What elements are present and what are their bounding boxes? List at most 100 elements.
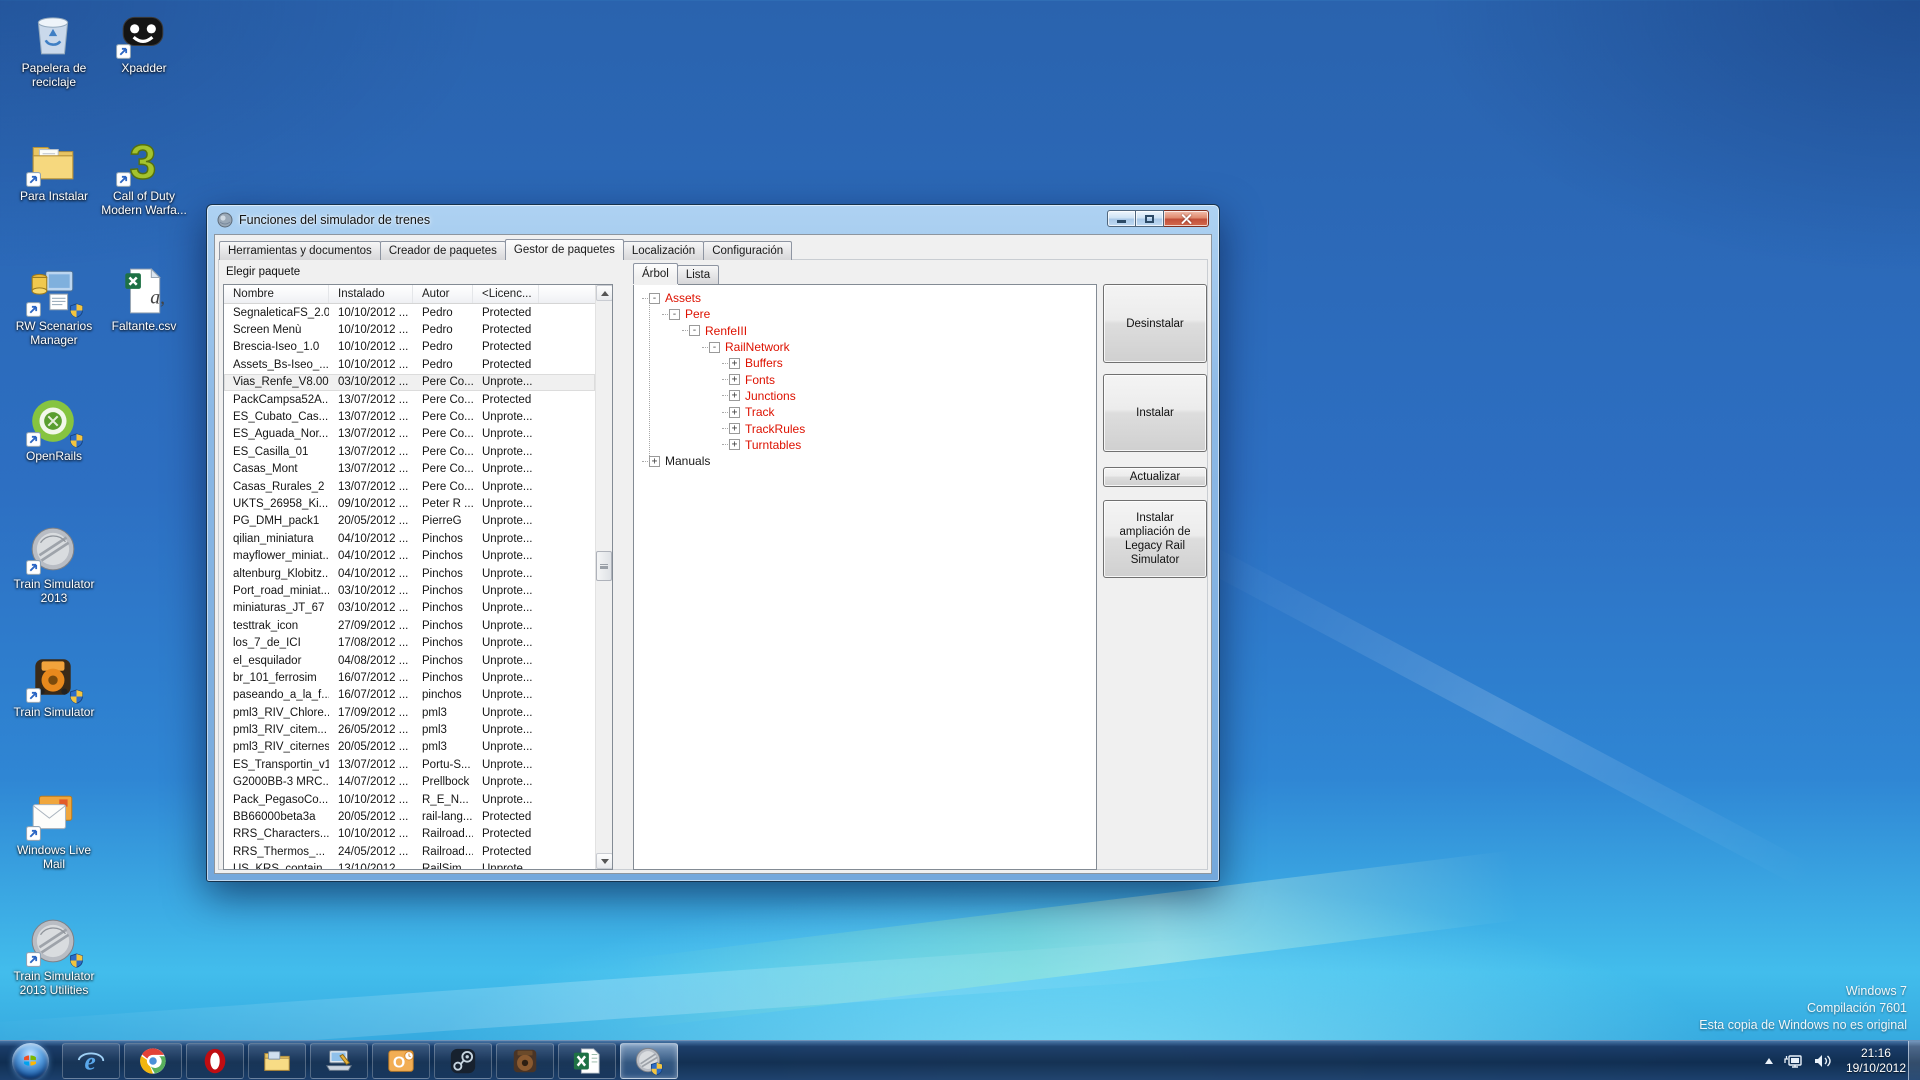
tab-gestor-de-paquetes[interactable]: Gestor de paquetes <box>505 239 624 260</box>
package-row[interactable]: G2000BB-3 MRC...14/07/2012 ...PrellbockU… <box>224 774 595 791</box>
tree-expand-toggle[interactable]: + <box>729 407 740 418</box>
tray-clock[interactable]: 21:16 19/10/2012 <box>1846 1046 1906 1076</box>
taskbar-button-opera[interactable] <box>186 1043 244 1079</box>
tree-expand-toggle[interactable]: + <box>729 374 740 385</box>
install-expansion-button[interactable]: Instalar ampliación de Legacy Rail Simul… <box>1103 500 1207 578</box>
desktop-icon-openrails[interactable]: OpenRails <box>4 396 104 463</box>
scrollbar-thumb[interactable] <box>596 551 612 581</box>
column-header-nombre[interactable]: Nombre <box>224 285 329 303</box>
taskbar-button-outlook[interactable]: O <box>372 1043 430 1079</box>
taskbar-button-laptop-pen-tool[interactable] <box>310 1043 368 1079</box>
tab-creador-de-paquetes[interactable]: Creador de paquetes <box>380 241 506 260</box>
desktop-icon-xpadder[interactable]: Xpadder <box>94 8 194 75</box>
hidden-icons-button[interactable] <box>1765 1058 1773 1064</box>
tree-expand-toggle[interactable]: + <box>729 423 740 434</box>
tab-lista[interactable]: Lista <box>677 265 719 284</box>
tree-node-fonts[interactable]: +Fonts <box>634 371 1096 387</box>
desktop-icon-faltante-csv[interactable]: a,Faltante.csv <box>94 266 194 333</box>
tree-expand-toggle[interactable]: - <box>669 309 680 320</box>
package-row[interactable]: US_KRS_contain...13/10/2012RailSim...Unp… <box>224 861 595 870</box>
package-row[interactable]: pml3_RIV_citernes20/05/2012 ...pml3Unpro… <box>224 739 595 756</box>
taskbar-button-excel[interactable] <box>558 1043 616 1079</box>
tree-node-assets[interactable]: -Assets <box>634 290 1096 306</box>
taskbar-button-internet-explorer[interactable]: e <box>62 1043 120 1079</box>
package-row[interactable]: ES_Cubato_Cas...13/07/2012 ...Pere Co...… <box>224 408 595 425</box>
tree-node-renfeiii[interactable]: -RenfeIII <box>634 323 1096 339</box>
volume-icon[interactable] <box>1814 1053 1831 1069</box>
show-desktop-button[interactable] <box>1908 1041 1920 1080</box>
update-button[interactable]: Actualizar <box>1103 467 1207 487</box>
tree-node-pere[interactable]: -Pere <box>634 306 1096 322</box>
package-row[interactable]: los_7_de_ICI17/08/2012 ...PinchosUnprote… <box>224 634 595 651</box>
tab-localización[interactable]: Localización <box>623 241 704 260</box>
package-row[interactable]: Screen Menù10/10/2012 ...PedroProtected <box>224 321 595 338</box>
package-row[interactable]: UKTS_26958_Ki...09/10/2012 ...Peter R ..… <box>224 495 595 512</box>
package-row[interactable]: Casas_Rurales_213/07/2012 ...Pere Co...U… <box>224 478 595 495</box>
tab-herramientas-y-documentos[interactable]: Herramientas y documentos <box>219 241 381 260</box>
desktop-icon-train-simulator-2013-utilities[interactable]: Train Simulator2013 Utilities <box>4 916 104 997</box>
column-header-licencia[interactable]: <Licenc... <box>473 285 539 303</box>
taskbar-button-google-chrome[interactable] <box>124 1043 182 1079</box>
package-row[interactable]: Pack_PegasoCo...10/10/2012 ...R_E_N...Un… <box>224 791 595 808</box>
taskbar-button-railworks[interactable] <box>496 1043 554 1079</box>
desktop-icon-train-simulator[interactable]: Train Simulator <box>4 652 104 719</box>
package-row[interactable]: Brescia-Iseo_1.010/10/2012 ...PedroProte… <box>224 339 595 356</box>
package-row[interactable]: Casas_Mont13/07/2012 ...Pere Co...Unprot… <box>224 461 595 478</box>
minimize-button[interactable] <box>1107 210 1136 227</box>
tree-node-track[interactable]: +Track <box>634 404 1096 420</box>
tree-node-buffers[interactable]: +Buffers <box>634 355 1096 371</box>
package-row[interactable]: miniaturas_JT_6703/10/2012 ...PinchosUnp… <box>224 600 595 617</box>
package-row[interactable]: pml3_RIV_Chlore...17/09/2012 ...pml3Unpr… <box>224 704 595 721</box>
package-row[interactable]: el_esquilador04/08/2012 ...PinchosUnprot… <box>224 652 595 669</box>
package-row[interactable]: qilian_miniatura04/10/2012 ...PinchosUnp… <box>224 530 595 547</box>
package-row[interactable]: PG_DMH_pack120/05/2012 ...PierreGUnprote… <box>224 513 595 530</box>
package-row[interactable]: pml3_RIV_citem...26/05/2012 ...pml3Unpro… <box>224 721 595 738</box>
tab-configuración[interactable]: Configuración <box>703 241 792 260</box>
package-row[interactable]: paseando_a_la_f...16/07/2012 ...pinchosU… <box>224 687 595 704</box>
package-row[interactable]: altenburg_Klobitz...04/10/2012 ...Pincho… <box>224 565 595 582</box>
tree-expand-toggle[interactable]: - <box>689 325 700 336</box>
package-row[interactable]: PackCampsa52A...13/07/2012 ...Pere Co...… <box>224 391 595 408</box>
tree-node-junctions[interactable]: +Junctions <box>634 388 1096 404</box>
package-row[interactable]: ES_Aguada_Nor...13/07/2012 ...Pere Co...… <box>224 426 595 443</box>
start-button[interactable] <box>8 1042 52 1080</box>
package-list-scrollbar[interactable] <box>595 285 612 869</box>
package-row[interactable]: Vias_Renfe_V8.0003/10/2012 ...Pere Co...… <box>224 374 595 391</box>
desktop-icon-papelera-de-reciclaje[interactable]: Papelera dereciclaje <box>4 8 104 89</box>
tree-expand-toggle[interactable]: + <box>729 390 740 401</box>
column-header-instalado[interactable]: Instalado <box>329 285 413 303</box>
tree-expand-toggle[interactable]: - <box>649 293 660 304</box>
tree-node-turntables[interactable]: +Turntables <box>634 437 1096 453</box>
scroll-up-button[interactable] <box>596 285 613 301</box>
install-button[interactable]: Instalar <box>1103 374 1207 452</box>
tree-expand-toggle[interactable]: + <box>729 439 740 450</box>
package-row[interactable]: ES_Transportin_v113/07/2012 ...Portu-S..… <box>224 756 595 773</box>
taskbar-button-windows-explorer[interactable] <box>248 1043 306 1079</box>
desktop-icon-rw-scenarios-manager[interactable]: RW ScenariosManager <box>4 266 104 347</box>
tree-node-manuals[interactable]: +Manuals <box>634 453 1096 469</box>
tree-expand-toggle[interactable]: + <box>649 456 660 467</box>
close-button[interactable] <box>1164 210 1209 227</box>
tree-expand-toggle[interactable]: - <box>709 342 720 353</box>
tab-árbol[interactable]: Árbol <box>633 263 678 284</box>
window-titlebar[interactable]: Funciones del simulador de trenes <box>207 205 1219 234</box>
network-icon[interactable] <box>1784 1053 1803 1069</box>
uninstall-button[interactable]: Desinstalar <box>1103 284 1207 363</box>
package-row[interactable]: br_101_ferrosim16/07/2012 ...PinchosUnpr… <box>224 669 595 686</box>
tree-node-railnetwork[interactable]: -RailNetwork <box>634 339 1096 355</box>
package-row[interactable]: mayflower_miniat...04/10/2012 ...Pinchos… <box>224 547 595 564</box>
package-row[interactable]: SegnaleticaFS_2.010/10/2012 ...PedroProt… <box>224 304 595 321</box>
package-row[interactable]: BB66000beta3a20/05/2012 ...rail-lang...P… <box>224 808 595 825</box>
maximize-button[interactable] <box>1136 210 1164 227</box>
package-row[interactable]: RRS_Thermos_...24/05/2012 ...Railroad...… <box>224 843 595 860</box>
desktop-icon-para-instalar[interactable]: Para Instalar <box>4 136 104 203</box>
package-row[interactable]: RRS_Characters...10/10/2012 ...Railroad.… <box>224 826 595 843</box>
desktop-icon-windows-live-mail[interactable]: Windows LiveMail <box>4 790 104 871</box>
tree-node-trackrules[interactable]: +TrackRules <box>634 420 1096 436</box>
package-row[interactable]: Port_road_miniat...03/10/2012 ...Pinchos… <box>224 582 595 599</box>
desktop-icon-call-of-duty-modern-warfa[interactable]: 3Call of DutyModern Warfa... <box>94 136 194 217</box>
desktop-icon-train-simulator-2013[interactable]: Train Simulator2013 <box>4 524 104 605</box>
taskbar-button-steam[interactable] <box>434 1043 492 1079</box>
package-row[interactable]: testtrak_icon27/09/2012 ...PinchosUnprot… <box>224 617 595 634</box>
taskbar-button-train-simulator-utilities[interactable] <box>620 1043 678 1079</box>
